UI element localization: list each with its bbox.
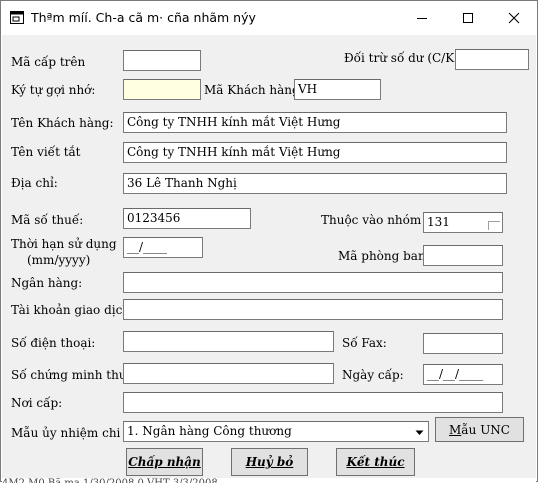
so-cmt-label: Số chứng minh thư: [11,368,131,382]
chap-nhan-button[interactable]: Chấp nhận [126,448,203,476]
ten-viet-tat-input[interactable]: Công ty TNHH kính mắt Việt Hưng [123,142,507,163]
ten-khach-hang-label: Tên Khách hàng: [11,116,114,130]
noi-cap-label: Nơi cấp: [11,396,63,410]
app-icon [10,11,24,24]
mau-uy-nhiem-select[interactable]: 1. Ngân hàng Công thương [123,421,429,442]
mau-unc-label: ẫu UNC [461,422,510,437]
dia-chi-label: Địa chỉ: [11,176,58,190]
thuoc-vao-nhom-input[interactable]: 131 [423,212,503,233]
ten-viet-tat-label: Tên viết tắt [11,145,81,159]
window-title: Thªm míí. Ch-a cã m· cña nhãm nýy [31,10,256,25]
so-fax-input[interactable] [423,333,503,354]
minimize-button[interactable] [399,1,445,34]
dia-chi-input[interactable]: 36 Lê Thanh Nghị [123,173,507,194]
doi-tru-input[interactable] [455,49,529,70]
ket-thuc-button[interactable]: Kết thúc [336,448,415,476]
maximize-icon [463,12,473,23]
noi-cap-input[interactable] [123,392,503,413]
mau-uy-nhiem-label: Mẫu ủy nhiệm chi [11,426,121,440]
ma-so-thue-label: Mã số thuế: [11,213,84,227]
title-bar[interactable]: Thªm míí. Ch-a cã m· cña nhãm nýy [1,1,537,35]
doi-tru-label: Đối trừ số dư (C/K) [344,51,459,65]
ten-khach-hang-input[interactable]: Công ty TNHH kính mắt Việt Hưng [123,112,507,133]
ma-so-thue-input[interactable]: 0123456 [123,208,251,229]
thoi-han-format-label: (mm/yyyy) [27,253,91,267]
so-dien-thoai-label: Số điện thoại: [11,336,96,350]
thoi-han-input[interactable]: __/____ [123,237,203,258]
so-fax-label: Số Fax: [342,336,387,350]
ngay-cap-label: Ngày cấp: [342,368,404,382]
maximize-button[interactable] [445,1,491,34]
background-grid-strip: 4M2 M0 Bã ma 1/30/2008 0 VHT 3/3/2008 [2,478,536,483]
thoi-han-label: Thời hạn sử dụng [11,237,117,251]
thuoc-vao-nhom-label: Thuộc vào nhóm [321,213,422,227]
mau-uy-nhiem-value: 1. Ngân hàng Công thương [127,424,292,438]
spin-handle-icon[interactable] [488,221,500,230]
form-client-area: Mã cấp trên Đối trừ số dư (C/K) Ký tự gợ… [2,35,536,478]
ma-cap-tren-input[interactable] [123,50,201,71]
ma-cap-tren-label: Mã cấp trên [11,55,86,69]
ma-phong-ban-label: Mã phòng ban: [338,249,430,263]
mau-unc-button[interactable]: Mẫu UNC [435,417,524,442]
so-cmt-input[interactable] [123,363,334,384]
ngan-hang-input[interactable] [123,272,503,293]
tai-khoan-label: Tài khoản giao dịch: [11,303,135,317]
ma-phong-ban-input[interactable] [423,245,503,266]
chevron-down-icon[interactable] [411,423,427,441]
huy-bo-button[interactable]: Huỷ bỏ [231,448,308,476]
dialog-window: Thªm míí. Ch-a cã m· cña nhãm nýy Mã cấp… [0,0,538,483]
ky-tu-goi-nho-label: Ký tự gợi nhớ: [11,83,96,97]
ky-tu-goi-nho-input[interactable] [123,79,201,100]
ma-khach-hang-label: Mã Khách hàng: [204,83,304,97]
close-button[interactable] [491,1,537,34]
ngay-cap-input[interactable]: __/__/____ [423,364,503,385]
close-icon [508,12,520,23]
minimize-icon [417,17,427,19]
mau-unc-underlined: M [449,422,462,437]
so-dien-thoai-input[interactable] [123,331,334,352]
ma-khach-hang-input[interactable]: VH [294,79,381,100]
thuoc-vao-nhom-value: 131 [427,215,450,229]
ngan-hang-label: Ngân hàng: [11,276,83,290]
tai-khoan-input[interactable] [123,299,503,320]
